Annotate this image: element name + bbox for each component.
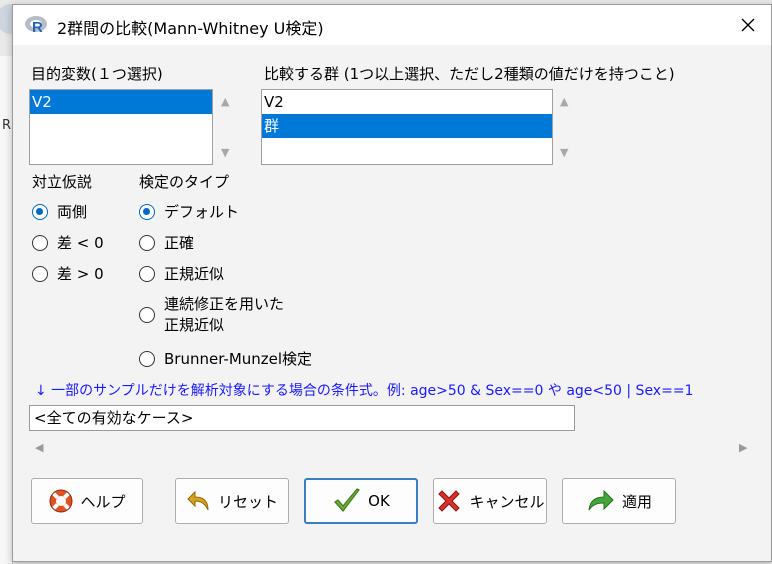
scroll-down-icon[interactable]: ▼ xyxy=(221,146,229,159)
radio-button[interactable] xyxy=(139,203,155,220)
radio-button[interactable] xyxy=(32,234,48,251)
apply-button-label: 適用 xyxy=(621,492,652,511)
reset-button[interactable]: リセット xyxy=(175,478,289,524)
radio-less[interactable]: 差 < 0 xyxy=(32,232,104,253)
radio-two-sided[interactable]: 両側 xyxy=(32,201,87,222)
radio-greater[interactable]: 差 > 0 xyxy=(32,263,104,284)
group-var-listbox[interactable]: V2 群 xyxy=(261,89,553,165)
radio-button[interactable] xyxy=(139,307,155,323)
radio-button[interactable] xyxy=(139,350,155,367)
target-var-listbox[interactable]: V2 xyxy=(29,89,213,165)
radio-brunner-munzel[interactable]: Brunner-Munzel検定 xyxy=(139,348,312,369)
radio-label: 差 > 0 xyxy=(57,265,104,283)
radio-button[interactable] xyxy=(139,234,155,251)
background-side-letter: R xyxy=(2,118,12,133)
radio-button[interactable] xyxy=(32,265,48,282)
radio-label: 差 < 0 xyxy=(57,234,104,252)
checkmark-icon xyxy=(332,487,362,515)
window-title: 2群間の比較(Mann-Whitney U検定) xyxy=(57,19,324,38)
dialog: R 2群間の比較(Mann-Whitney U検定) 目的変数(１つ選択) V2… xyxy=(12,4,772,562)
radio-normal-approx[interactable]: 正規近似 xyxy=(139,263,224,284)
scroll-up-icon[interactable]: ▲ xyxy=(560,95,568,108)
help-button[interactable]: ヘルプ xyxy=(31,478,143,524)
scroll-down-icon[interactable]: ▼ xyxy=(560,146,568,159)
radio-label: 正規近似 xyxy=(164,265,225,283)
target-var-label: 目的変数(１つ選択) xyxy=(31,65,163,83)
scroll-up-icon[interactable]: ▲ xyxy=(221,95,229,108)
subset-info-text: ↓ 一部のサンプルだけを解析対象にする場合の条件式。例: age>50 & Se… xyxy=(35,383,694,399)
radio-label: Brunner-Munzel検定 xyxy=(164,350,313,368)
ok-button[interactable]: OK xyxy=(304,478,418,524)
cancel-button[interactable]: キャンセル xyxy=(433,478,547,524)
subset-input[interactable] xyxy=(29,405,575,431)
radio-button[interactable] xyxy=(139,265,155,282)
scroll-left-icon[interactable]: ◀ xyxy=(35,441,43,454)
forward-arrow-icon xyxy=(586,488,616,514)
title-bar: R 2群間の比較(Mann-Whitney U検定) xyxy=(13,5,771,45)
radio-continuity-correction[interactable]: 連続修正を用いた 正規近似 xyxy=(139,294,284,336)
list-item[interactable]: V2 xyxy=(30,90,212,114)
lifebuoy-icon xyxy=(48,488,74,514)
undo-arrow-icon xyxy=(186,488,212,514)
close-icon xyxy=(741,18,755,32)
test-type-label: 検定のタイプ xyxy=(139,173,230,191)
list-item[interactable]: V2 xyxy=(262,90,552,114)
r-logo-letter: R xyxy=(32,19,43,36)
cross-icon xyxy=(435,487,463,515)
radio-default[interactable]: デフォルト xyxy=(139,201,239,222)
radio-label: 正確 xyxy=(164,234,195,252)
ok-button-label: OK xyxy=(368,492,390,510)
radio-label: 両側 xyxy=(57,203,88,221)
radio-button[interactable] xyxy=(32,203,48,220)
r-logo-icon: R xyxy=(24,14,50,36)
group-var-label: 比較する群 (1つ以上選択、ただし2種類の値だけを持つこと) xyxy=(264,65,675,83)
radio-label: デフォルト xyxy=(164,203,240,221)
list-item[interactable]: 群 xyxy=(262,114,552,138)
scroll-right-icon[interactable]: ▶ xyxy=(739,441,747,454)
apply-button[interactable]: 適用 xyxy=(562,478,676,524)
radio-exact[interactable]: 正確 xyxy=(139,232,194,253)
reset-button-label: リセット xyxy=(217,492,278,511)
cancel-button-label: キャンセル xyxy=(469,492,545,511)
help-button-label: ヘルプ xyxy=(80,492,126,511)
radio-label: 連続修正を用いた 正規近似 xyxy=(164,295,285,334)
close-button[interactable] xyxy=(725,5,771,45)
alternative-label: 対立仮説 xyxy=(32,173,93,191)
